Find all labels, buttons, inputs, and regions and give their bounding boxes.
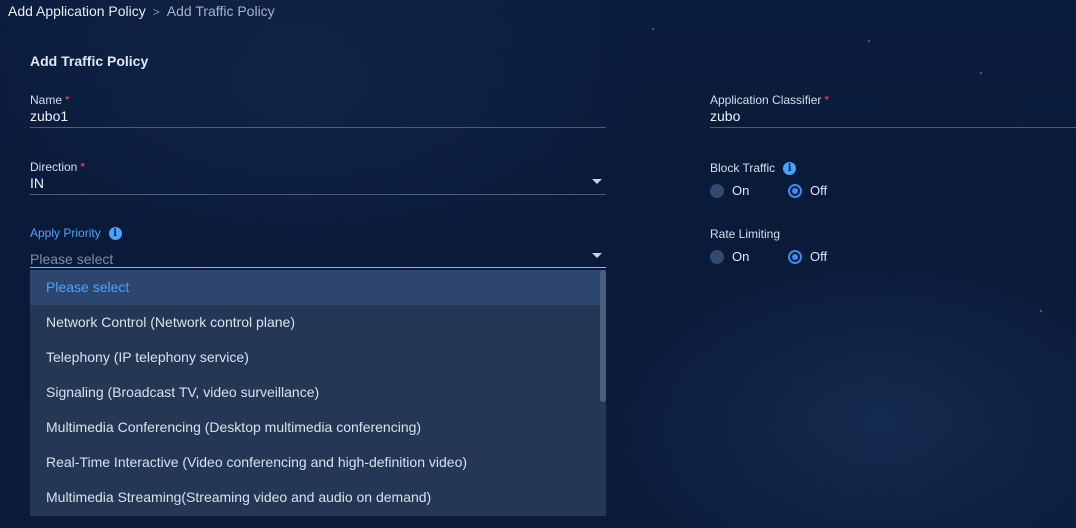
radio-label: Off	[810, 183, 828, 198]
direction-select[interactable]: IN	[30, 175, 44, 191]
apply-priority-label: Apply Priority i	[30, 226, 606, 240]
dropdown-option-multimedia-streaming[interactable]: Multimedia Streaming(Streaming video and…	[30, 480, 606, 515]
dropdown-option-network-control[interactable]: Network Control (Network control plane)	[30, 305, 606, 340]
direction-underline	[30, 194, 606, 195]
block-traffic-radio-group: On Off	[710, 183, 827, 198]
required-mark: *	[65, 93, 70, 107]
rate-limiting-off-radio[interactable]: Off	[788, 249, 827, 264]
breadcrumb-current: Add Traffic Policy	[166, 3, 275, 19]
block-traffic-on-radio[interactable]: On	[710, 183, 788, 198]
name-field: Name * zubo1	[30, 93, 606, 133]
rate-limiting-radio-group: On Off	[710, 249, 827, 264]
background-star	[868, 40, 870, 42]
application-classifier-input[interactable]: zubo	[710, 108, 740, 124]
apply-priority-underline	[30, 267, 606, 268]
required-mark: *	[80, 160, 86, 174]
section-title: Add Traffic Policy	[30, 53, 149, 69]
block-traffic-field: Block Traffic i On Off	[710, 161, 1010, 201]
name-label: Name *	[30, 93, 606, 107]
name-label-text: Name	[30, 93, 63, 107]
radio-label: On	[732, 249, 750, 264]
name-underline	[30, 127, 606, 128]
info-icon[interactable]: i	[783, 161, 797, 175]
application-classifier-underline	[710, 127, 1076, 128]
info-icon[interactable]: i	[108, 226, 122, 240]
background-star	[652, 28, 654, 30]
radio-unchecked-icon[interactable]	[710, 249, 724, 264]
direction-label: Direction *	[30, 160, 606, 174]
chevron-down-icon[interactable]	[592, 179, 602, 184]
name-input[interactable]: zubo1	[30, 108, 68, 124]
radio-checked-icon[interactable]	[788, 249, 802, 264]
block-traffic-off-radio[interactable]: Off	[788, 183, 827, 198]
application-classifier-label-text: Application Classifier	[710, 93, 822, 107]
dropdown-option-signaling[interactable]: Signaling (Broadcast TV, video surveilla…	[30, 375, 606, 410]
application-classifier-field: Application Classifier * zubo	[710, 93, 1076, 133]
apply-priority-field: Apply Priority i Please select	[30, 226, 606, 268]
rate-limiting-field: Rate Limiting On Off	[710, 227, 1010, 267]
dropdown-option-real-time-interactive[interactable]: Real-Time Interactive (Video conferencin…	[30, 445, 606, 480]
radio-checked-icon[interactable]	[788, 183, 802, 198]
radio-unchecked-icon[interactable]	[710, 183, 724, 198]
rate-limiting-label: Rate Limiting	[710, 227, 1010, 241]
breadcrumb-separator: >	[152, 5, 160, 19]
application-classifier-label: Application Classifier *	[710, 93, 1076, 107]
rate-limiting-on-radio[interactable]: On	[710, 249, 788, 264]
breadcrumb-add-application-policy[interactable]: Add Application Policy	[8, 3, 146, 19]
background-star	[1040, 310, 1042, 312]
apply-priority-select[interactable]: Please select	[30, 251, 113, 267]
required-mark: *	[824, 93, 830, 107]
chevron-down-icon[interactable]	[592, 253, 602, 258]
dropdown-scrollbar[interactable]	[600, 270, 606, 516]
rate-limiting-label-text: Rate Limiting	[710, 227, 781, 241]
radio-label: On	[732, 183, 750, 198]
apply-priority-label-text: Apply Priority	[30, 226, 101, 240]
dropdown-option-multimedia-conferencing[interactable]: Multimedia Conferencing (Desktop multime…	[30, 410, 606, 445]
block-traffic-label-text: Block Traffic	[710, 161, 776, 175]
direction-label-text: Direction	[30, 160, 78, 174]
direction-field: Direction * IN	[30, 160, 606, 200]
radio-label: Off	[810, 249, 828, 264]
dropdown-option-telephony[interactable]: Telephony (IP telephony service)	[30, 340, 606, 375]
background-star	[980, 72, 982, 74]
block-traffic-label: Block Traffic i	[710, 161, 1010, 175]
breadcrumb: Add Application Policy > Add Traffic Polic…	[8, 2, 275, 21]
apply-priority-dropdown: Please select Network Control (Network c…	[30, 270, 606, 516]
dropdown-option-please-select[interactable]: Please select	[30, 270, 606, 305]
scrollbar-thumb[interactable]	[600, 270, 606, 402]
